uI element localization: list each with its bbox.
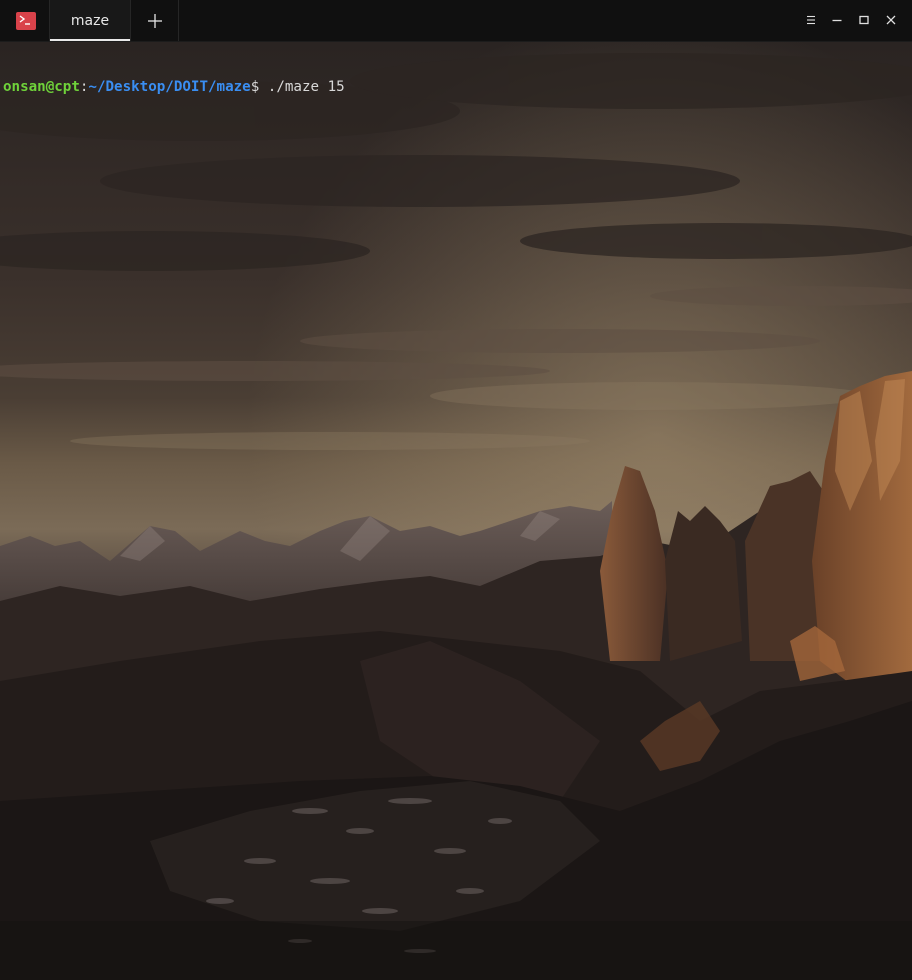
command-text: ./maze 15 bbox=[259, 79, 345, 95]
prompt-user-host: onsan@cpt bbox=[3, 79, 80, 95]
prompt-path: ~/Desktop/DOIT/maze bbox=[88, 79, 251, 95]
menu-button[interactable] bbox=[804, 13, 818, 27]
terminal-output[interactable]: onsan@cpt:~/Desktop/DOIT/maze$ ./maze 15 bbox=[3, 42, 908, 132]
background-wallpaper bbox=[0, 41, 912, 980]
minimize-icon bbox=[832, 19, 842, 22]
prompt-symbol: $ bbox=[250, 79, 260, 95]
prompt-line: onsan@cpt:~/Desktop/DOIT/maze$ ./maze 15 bbox=[3, 78, 908, 96]
title-bar: maze bbox=[0, 0, 912, 42]
close-button[interactable] bbox=[884, 13, 898, 27]
minimize-button[interactable] bbox=[830, 13, 844, 27]
close-icon bbox=[886, 15, 896, 25]
tab-maze[interactable]: maze bbox=[49, 0, 131, 41]
terminal-window: maze onsan@cpt:~/Desktop/DOIT/maze$ ./ma… bbox=[0, 0, 912, 980]
terminal-icon[interactable] bbox=[16, 12, 36, 30]
menu-icon bbox=[807, 15, 815, 25]
new-tab-button[interactable] bbox=[131, 0, 179, 41]
maximize-button[interactable] bbox=[857, 13, 871, 27]
maximize-icon bbox=[859, 15, 869, 25]
active-tab-indicator bbox=[50, 39, 130, 41]
tab-label: maze bbox=[70, 13, 110, 29]
plus-icon bbox=[148, 14, 162, 28]
